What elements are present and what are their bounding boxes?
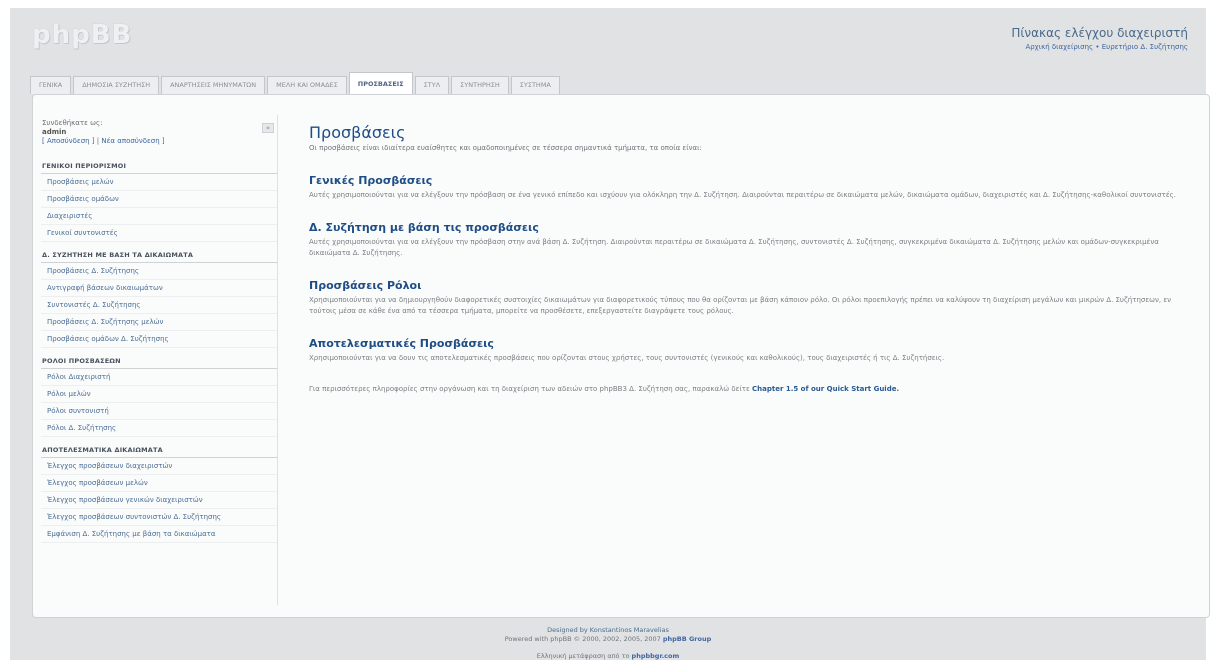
sidebar-item-admin-roles[interactable]: Ρόλοι Διαχειριστή xyxy=(41,369,277,386)
phpbb-group-link[interactable]: phpBB Group xyxy=(663,635,711,643)
sidebar-item-view-forum-mod-permissions[interactable]: Έλεγχος προσβάσεων συντονιστών Δ. Συζήτη… xyxy=(41,509,277,526)
section-title: Γενικές Προσβάσεις xyxy=(309,174,433,187)
main-content: Προσβάσεις Οι προσβάσεις είναι ιδιαίτερα… xyxy=(309,123,1199,395)
menu-permission-roles: ΡΟΛΟΙ ΠΡΟΣΒΑΣΕΩΝ Ρόλοι Διαχειριστή Ρόλοι… xyxy=(41,355,277,437)
sidebar-item-copy-permissions[interactable]: Αντιγραφή βάσεων δικαιωμάτων xyxy=(41,280,277,297)
tab-styles[interactable]: ΣΤΥΛ xyxy=(414,76,450,94)
quick-start-guide-link[interactable]: Chapter 1.5 of our Quick Start Guide. xyxy=(752,385,899,393)
admin-index-link[interactable]: Αρχική διαχείρισης xyxy=(1025,43,1093,51)
username: admin xyxy=(42,128,67,136)
menu-forum-permissions: Δ. ΣΥΖΗΤΗΣΗ ΜΕ ΒΑΣΗ ΤΑ ΔΙΚΑΙΩΜΑΤΑ Προσβά… xyxy=(41,249,277,348)
reauth-link[interactable]: Νέα αποσύνδεση ] xyxy=(101,137,164,145)
sidebar-item-user-permissions[interactable]: Προσβάσεις μελών xyxy=(41,174,277,191)
page-intro: Οι προσβάσεις είναι ιδιαίτερα ευαίσθητες… xyxy=(309,144,702,152)
help-paragraph: Για περισσότερες πληροφορίες στην οργάνω… xyxy=(309,384,1199,395)
menu-effective-permissions: ΑΠΟΤΕΛΕΣΜΑΤΙΚΑ ΔΙΚΑΙΩΜΑΤΑ Έλεγχος προσβά… xyxy=(41,444,277,543)
sidebar-divider xyxy=(277,115,278,605)
sidebar-item-view-global-mod-permissions[interactable]: Έλεγχος προσβάσεων γενικών διαχειριστών xyxy=(41,492,277,509)
sidebar-item-user-forum-permissions[interactable]: Προσβάσεις Δ. Συζήτησης μελών xyxy=(41,314,277,331)
sidebar-item-group-permissions[interactable]: Προσβάσεις ομάδων xyxy=(41,191,277,208)
section-global-permissions: Γενικές Προσβάσεις Αυτές χρησιμοποιούντα… xyxy=(309,174,1199,201)
designer-credit: Designed by Konstantinos Maravelias xyxy=(547,626,669,634)
menu-heading: ΓΕΝΙΚΟΙ ΠΕΡΙΟΡΙΣΜΟΙ xyxy=(41,160,277,174)
tab-maintenance[interactable]: ΣΥΝΤΗΡΗΣΗ xyxy=(451,76,509,94)
translation-credit: Ελληνική μετάφραση από το phpbbgr.com xyxy=(10,652,1206,661)
tab-permissions[interactable]: ΠΡΟΣΒΑΣΕΙΣ xyxy=(348,72,413,94)
main-panel: « Συνδεθήκατε ως: admin [ Αποσύνδεση ] |… xyxy=(32,94,1210,618)
tab-users-groups[interactable]: ΜΕΛΗ ΚΑΙ ΟΜΑΔΕΣ xyxy=(267,76,347,94)
menu-heading: Δ. ΣΥΖΗΤΗΣΗ ΜΕ ΒΑΣΗ ΤΑ ΔΙΚΑΙΩΜΑΤΑ xyxy=(41,249,277,263)
section-title: Δ. Συζήτηση με βάση τις προσβάσεις xyxy=(309,221,539,234)
section-text: Αυτές χρησιμοποιούνται για να ελέγξουν τ… xyxy=(309,191,1176,199)
header-links: Αρχική διαχείρισης • Ευρετήριο Δ. Συζήτη… xyxy=(1025,43,1188,51)
page-footer: Designed by Konstantinos Maravelias Powe… xyxy=(10,626,1206,661)
main-tabs: ΓΕΝΙΚΑ ΔΗΜΟΣΙΑ ΣΥΖΗΤΗΣΗ ΑΝΑΡΤΗΣΕΙΣ ΜΗΝΥΜ… xyxy=(30,72,562,94)
phpbbgr-link[interactable]: phpbbgr.com xyxy=(632,652,680,660)
translation-text: Ελληνική μετάφραση από το xyxy=(536,652,630,660)
sidebar-item-view-admin-permissions[interactable]: Έλεγχος προσβάσεων διαχειριστών xyxy=(41,458,277,475)
section-text: Χρησιμοποιούνται για να δημιουργηθούν δι… xyxy=(309,296,1172,315)
tab-posting[interactable]: ΑΝΑΡΤΗΣΕΙΣ ΜΗΝΥΜΑΤΩΝ xyxy=(161,76,266,94)
section-title: Προσβάσεις Ρόλοι xyxy=(309,279,422,292)
phpbb-logo[interactable]: phpBB xyxy=(32,20,132,50)
admin-panel-title: Πίνακας ελέγχου διαχειριστή xyxy=(1011,26,1188,40)
section-text: Αυτές χρησιμοποιούνται για να ελέγξουν τ… xyxy=(309,238,1159,257)
menu-global-permissions: ΓΕΝΙΚΟΙ ΠΕΡΙΟΡΙΣΜΟΙ Προσβάσεις μελών Προ… xyxy=(41,160,277,242)
sidebar-item-administrators[interactable]: Διαχειριστές xyxy=(41,208,277,225)
collapse-menu-button[interactable]: « xyxy=(262,123,274,133)
sidebar-item-user-roles[interactable]: Ρόλοι μελών xyxy=(41,386,277,403)
powered-by: Powered with phpBB © 2000, 2002, 2005, 2… xyxy=(10,635,1206,644)
sidebar: « Συνδεθήκατε ως: admin [ Αποσύνδεση ] |… xyxy=(41,119,277,550)
sidebar-item-forum-moderators[interactable]: Συντονιστές Δ. Συζήτησης xyxy=(41,297,277,314)
logged-as-label: Συνδεθήκατε ως: xyxy=(42,119,103,127)
sidebar-item-view-user-permissions[interactable]: Έλεγχος προσβάσεων μελών xyxy=(41,475,277,492)
section-text: Χρησιμοποιούνται για να δουν τις αποτελε… xyxy=(309,354,945,362)
section-permission-roles: Προσβάσεις Ρόλοι Χρησιμοποιούνται για να… xyxy=(309,279,1199,317)
acp-frame: phpBB Πίνακας ελέγχου διαχειριστή Αρχική… xyxy=(10,8,1210,661)
section-forum-permissions: Δ. Συζήτηση με βάση τις προσβάσεις Αυτές… xyxy=(309,221,1199,259)
tab-forums[interactable]: ΔΗΜΟΣΙΑ ΣΥΖΗΤΗΣΗ xyxy=(73,76,160,94)
page-title: Προσβάσεις xyxy=(309,123,406,142)
board-index-link[interactable]: Ευρετήριο Δ. Συζήτησης xyxy=(1102,43,1188,51)
section-effective-permissions: Αποτελεσματικές Προσβάσεις Χρησιμοποιούν… xyxy=(309,337,1199,364)
sidebar-item-forum-roles[interactable]: Ρόλοι Δ. Συζήτησης xyxy=(41,420,277,437)
user-links: [ Αποσύνδεση ] | Νέα αποσύνδεση ] xyxy=(42,137,277,146)
user-link-separator: | xyxy=(96,137,100,145)
menu-heading: ΑΠΟΤΕΛΕΣΜΑΤΙΚΑ ΔΙΚΑΙΩΜΑΤΑ xyxy=(41,444,277,458)
help-text: Για περισσότερες πληροφορίες στην οργάνω… xyxy=(309,385,750,393)
powered-text: Powered with phpBB © 2000, 2002, 2005, 2… xyxy=(504,635,661,643)
sidebar-item-forum-permissions[interactable]: Προσβάσεις Δ. Συζήτησης xyxy=(41,263,277,280)
user-box: Συνδεθήκατε ως: admin [ Αποσύνδεση ] | Ν… xyxy=(41,119,277,146)
tab-general[interactable]: ΓΕΝΙΚΑ xyxy=(30,76,72,94)
sidebar-item-moderator-roles[interactable]: Ρόλοι συντονιστή xyxy=(41,403,277,420)
tab-system[interactable]: ΣΥΣΤΗΜΑ xyxy=(510,76,560,94)
sidebar-item-view-forum-permissions[interactable]: Εμφάνιση Δ. Συζήτησης με βάση τα δικαιώμ… xyxy=(41,526,277,543)
logout-link[interactable]: [ Αποσύνδεση ] xyxy=(42,137,95,145)
menu-heading: ΡΟΛΟΙ ΠΡΟΣΒΑΣΕΩΝ xyxy=(41,355,277,369)
sidebar-item-global-moderators[interactable]: Γενικοί συντονιστές xyxy=(41,225,277,242)
sidebar-item-group-forum-permissions[interactable]: Προσβάσεις ομάδων Δ. Συζήτησης xyxy=(41,331,277,348)
header-link-separator: • xyxy=(1095,43,1100,51)
section-title: Αποτελεσματικές Προσβάσεις xyxy=(309,337,494,350)
